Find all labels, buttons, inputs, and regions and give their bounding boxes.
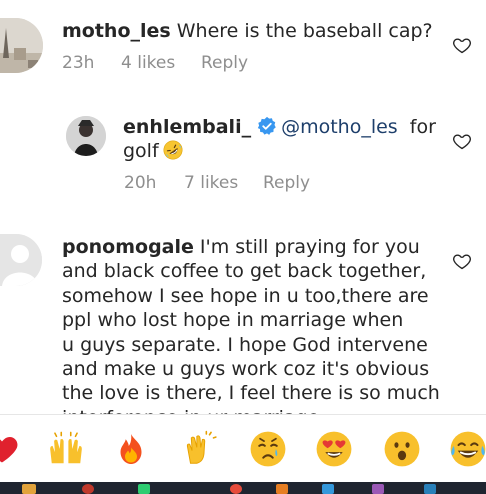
app-icon[interactable] — [372, 484, 384, 494]
default-avatar-icon — [0, 234, 42, 286]
comment-body-line: the love is there, I feel there is so mu… — [62, 382, 440, 405]
comment-body-line: u guys separate. I hope God intervene — [62, 333, 428, 356]
rofl-emoji-icon — [163, 140, 183, 160]
comment-time: 23h — [62, 53, 95, 73]
emoji-reaction-bar — [0, 414, 486, 483]
avatar-photo — [66, 116, 106, 156]
heart-icon[interactable] — [452, 131, 472, 151]
comment-username[interactable]: ponomogale — [62, 236, 194, 258]
avatar[interactable] — [0, 234, 42, 286]
folder-icon[interactable] — [22, 484, 36, 494]
comment-text: motho_les Where is the baseball cap? — [62, 19, 462, 43]
app-icon[interactable] — [230, 484, 242, 494]
comment-body-line: I'm still praying for you — [199, 236, 420, 258]
avatar-photo — [0, 18, 43, 73]
avatar[interactable] — [66, 116, 106, 156]
crying-face-emoji-button[interactable] — [248, 429, 288, 469]
comment-body-line2: golf — [123, 140, 159, 163]
raising-hands-icon — [50, 431, 82, 464]
heart-icon[interactable] — [452, 251, 472, 271]
taskbar — [0, 482, 486, 494]
comment-body-line: ppl who lost hope in marriage when — [62, 309, 404, 332]
comment-username[interactable]: motho_les — [62, 20, 171, 42]
avatar[interactable] — [0, 18, 43, 73]
clapping-hands-emoji-button[interactable] — [180, 429, 220, 469]
mention-link[interactable]: @motho_les — [281, 116, 398, 138]
surprised-face-icon — [384, 431, 420, 467]
clapping-hands-icon — [186, 430, 217, 464]
comment-text: ponomogale I'm still praying for you and … — [62, 235, 442, 430]
heart-eyes-icon — [316, 431, 352, 467]
tears-of-joy-emoji-button[interactable] — [448, 429, 486, 469]
fire-emoji-button[interactable] — [111, 429, 151, 469]
reply-button[interactable]: Reply — [201, 53, 248, 73]
fire-icon — [120, 434, 142, 464]
reply-button[interactable]: Reply — [263, 173, 310, 193]
comment-meta: 20h 7 likes Reply — [124, 173, 364, 195]
comment-meta: 23h 4 likes Reply — [62, 53, 302, 75]
red-heart-icon — [0, 437, 18, 463]
app-icon[interactable] — [322, 484, 334, 494]
heart-eyes-emoji-button[interactable] — [314, 429, 354, 469]
comment-likes[interactable]: 7 likes — [184, 173, 238, 193]
comment-body-line: somehow I see hope in u too,there are — [62, 284, 429, 307]
comment-time: 20h — [124, 173, 157, 193]
surprised-face-emoji-button[interactable] — [382, 429, 422, 469]
raising-hands-emoji-button[interactable] — [46, 429, 86, 469]
red-heart-emoji-button[interactable] — [0, 429, 22, 469]
app-icon[interactable] — [424, 484, 436, 494]
comment-text: enhlembali_ @motho_les for golf — [123, 115, 443, 164]
comment-username[interactable]: enhlembali_ — [123, 116, 251, 138]
comment-body: for — [409, 116, 436, 138]
app-icon[interactable] — [276, 484, 288, 494]
verified-badge-icon — [257, 116, 276, 135]
crying-face-icon — [250, 431, 286, 467]
comment-body-line: and make u guys work coz it's obvious — [62, 358, 430, 381]
heart-icon[interactable] — [452, 35, 472, 55]
app-icon[interactable] — [138, 484, 150, 494]
comment-body: Where is the baseball cap? — [176, 20, 433, 42]
comment-body-line: and black coffee to get back together, — [62, 260, 427, 283]
app-icon[interactable] — [82, 484, 94, 494]
comment-likes[interactable]: 4 likes — [121, 53, 175, 73]
tears-of-joy-icon — [450, 431, 486, 467]
